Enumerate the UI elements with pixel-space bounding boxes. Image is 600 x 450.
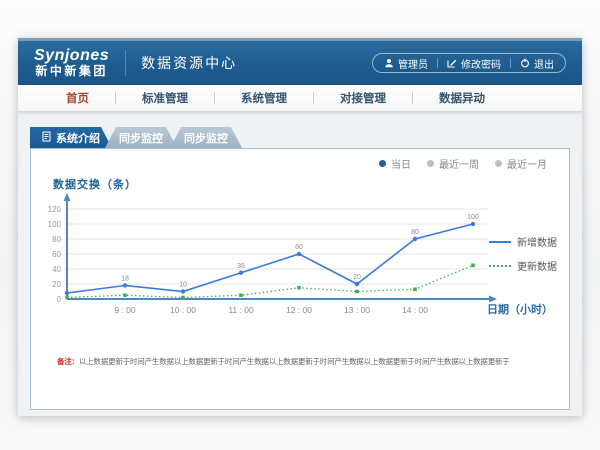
svg-text:14 : 00: 14 : 00 xyxy=(402,305,428,315)
tab-sync-monitor-2-label: 同步监控 xyxy=(184,130,228,146)
content-area: 系统介绍 同步监控 同步监控 当日 最近一周 xyxy=(18,112,582,410)
radio-today[interactable]: 当日 xyxy=(379,156,411,171)
radio-dot-icon xyxy=(427,160,434,167)
footer-note-label: 备注： xyxy=(57,357,79,366)
nav-item-standard-mgmt[interactable]: 标准管理 xyxy=(116,90,214,106)
user-menu-change-password[interactable]: 修改密码 xyxy=(447,56,501,71)
user-menu-change-password-label: 修改密码 xyxy=(461,56,501,71)
svg-text:80: 80 xyxy=(411,229,419,236)
svg-text:120: 120 xyxy=(48,205,62,214)
svg-text:20: 20 xyxy=(353,274,361,281)
chart-panel: 当日 最近一周 最近一月 数据交换（条） 0204060801001209 : … xyxy=(30,148,570,410)
radio-last-month-label: 最近一月 xyxy=(507,156,547,171)
line-sample-solid-icon xyxy=(489,241,511,243)
divider xyxy=(510,58,511,68)
user-menu-admin-label: 管理员 xyxy=(398,56,428,71)
radio-dot-icon xyxy=(379,160,386,167)
line-sample-dotted-icon xyxy=(489,265,511,267)
nav-item-system-mgmt[interactable]: 系统管理 xyxy=(215,90,313,106)
radio-last-month[interactable]: 最近一月 xyxy=(495,156,547,171)
power-icon xyxy=(520,58,530,68)
svg-text:35: 35 xyxy=(237,263,245,270)
svg-text:13 : 00: 13 : 00 xyxy=(344,305,370,315)
radio-today-label: 当日 xyxy=(391,156,411,171)
user-menu-logout-label: 退出 xyxy=(534,56,554,71)
tab-system-intro[interactable]: 系统介绍 xyxy=(30,127,112,148)
svg-text:40: 40 xyxy=(52,265,61,274)
svg-text:20: 20 xyxy=(52,280,61,289)
logo-primary-text: Synjones xyxy=(34,48,109,65)
logo: Synjones 新中新集团 xyxy=(34,48,109,77)
svg-text:12 : 00: 12 : 00 xyxy=(286,305,312,315)
nav-item-data-change[interactable]: 数据异动 xyxy=(413,90,511,106)
user-menu-logout[interactable]: 退出 xyxy=(520,56,554,71)
svg-text:0: 0 xyxy=(57,295,62,304)
svg-text:9 : 00: 9 : 00 xyxy=(114,305,136,315)
page-background: Synjones 新中新集团 数据资源中心 管理员 修改密码 退出 xyxy=(0,0,600,450)
radio-dot-icon xyxy=(495,160,502,167)
svg-text:100: 100 xyxy=(48,220,62,229)
document-icon xyxy=(42,131,51,145)
nav-item-home[interactable]: 首页 xyxy=(40,90,115,106)
logo-secondary-text: 新中新集团 xyxy=(35,65,108,78)
nav-item-interface-mgmt[interactable]: 对接管理 xyxy=(314,90,412,106)
time-range-filter: 当日 最近一周 最近一月 xyxy=(379,156,547,171)
user-menu-admin[interactable]: 管理员 xyxy=(384,56,428,71)
svg-text:10 : 00: 10 : 00 xyxy=(170,305,196,315)
chart-series-legend: 新增数据 更新数据 xyxy=(489,234,557,273)
svg-text:60: 60 xyxy=(52,250,61,259)
edit-icon xyxy=(447,58,457,68)
radio-last-week[interactable]: 最近一周 xyxy=(427,156,479,171)
user-menu: 管理员 修改密码 退出 xyxy=(372,53,566,73)
radio-last-week-label: 最近一周 xyxy=(439,156,479,171)
tab-sync-monitor-1-label: 同步监控 xyxy=(119,130,163,146)
footer-note: 备注：以上数据更新于时间产生数据以上数据更新于时间产生数据以上数据更新于时间产生… xyxy=(57,356,510,367)
svg-text:11 : 00: 11 : 00 xyxy=(228,305,254,315)
footer-note-text: 以上数据更新于时间产生数据以上数据更新于时间产生数据以上数据更新于时间产生数据以… xyxy=(79,357,510,366)
legend-new-data-label: 新增数据 xyxy=(517,234,557,249)
svg-text:60: 60 xyxy=(295,244,303,251)
legend-update-data-label: 更新数据 xyxy=(517,258,557,273)
tab-sync-monitor-1[interactable]: 同步监控 xyxy=(105,127,177,148)
app-title: 数据资源中心 xyxy=(125,50,237,76)
svg-text:100: 100 xyxy=(467,214,479,221)
main-nav: 首页 标准管理 系统管理 对接管理 数据异动 xyxy=(18,85,582,112)
line-chart: 0 20 40 60 80 100 120 9 : 00 10 : 00 11 : 00 12 : … xyxy=(45,189,515,324)
legend-new-data[interactable]: 新增数据 xyxy=(489,234,557,249)
svg-text:80: 80 xyxy=(52,235,61,244)
tab-bar: 系统介绍 同步监控 同步监控 xyxy=(30,127,582,148)
app-window: Synjones 新中新集团 数据资源中心 管理员 修改密码 退出 xyxy=(18,38,582,416)
legend-update-data[interactable]: 更新数据 xyxy=(489,258,557,273)
svg-text:18: 18 xyxy=(121,276,129,283)
tab-sync-monitor-2[interactable]: 同步监控 xyxy=(170,127,242,148)
tab-system-intro-label: 系统介绍 xyxy=(56,130,100,146)
svg-text:10: 10 xyxy=(179,282,187,289)
divider xyxy=(437,58,438,68)
user-icon xyxy=(384,58,394,68)
app-header: Synjones 新中新集团 数据资源中心 管理员 修改密码 退出 xyxy=(18,38,582,85)
chart-x-axis-title: 日期（小时） xyxy=(487,301,553,317)
